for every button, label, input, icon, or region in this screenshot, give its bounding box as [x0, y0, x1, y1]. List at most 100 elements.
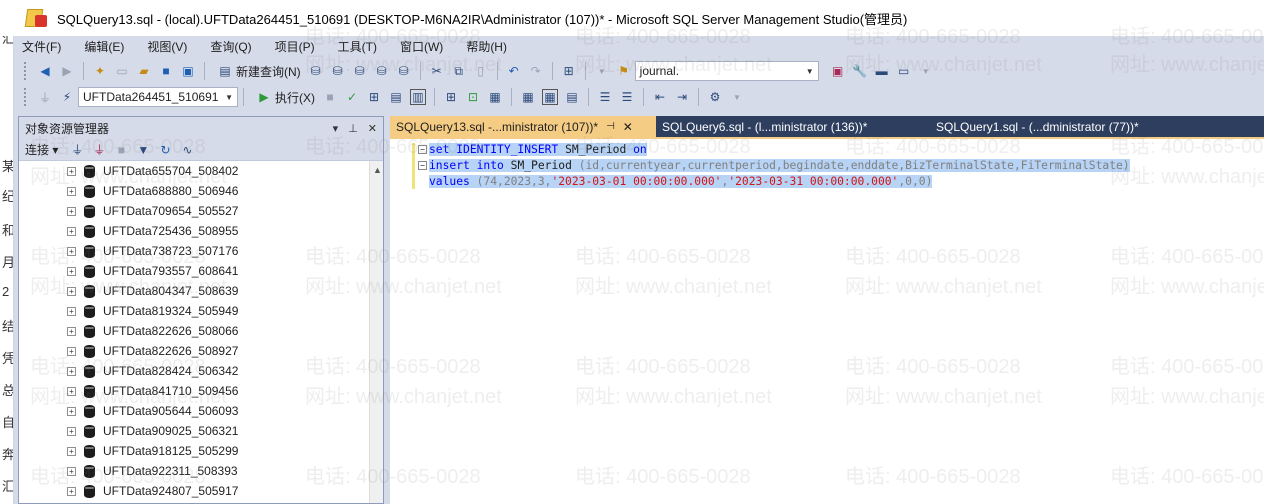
expand-icon[interactable]: + — [67, 406, 76, 416]
change-connection-icon[interactable]: ⚡ — [59, 89, 75, 105]
decrease-indent-icon[interactable]: ⇤ — [652, 89, 668, 105]
close-icon[interactable]: ✕ — [368, 122, 377, 135]
back-icon[interactable]: ◀ — [37, 63, 53, 79]
expand-icon[interactable]: + — [67, 186, 76, 196]
connect-dropdown[interactable]: 连接 ▾ — [25, 141, 58, 158]
tab-sqlquery13[interactable]: SQLQuery13.sql -...ministrator (107))* ⊣… — [390, 116, 656, 137]
client-stats-icon[interactable]: ▦ — [487, 89, 503, 105]
redo-icon[interactable]: ↷ — [528, 63, 544, 79]
menu-window[interactable]: 窗口(W) — [400, 38, 443, 55]
query-editor[interactable]: − set IDENTITY_INSERT SM_Period on − ins… — [390, 137, 1264, 504]
pin-icon[interactable]: ⊣ — [606, 121, 615, 132]
display-plan-icon[interactable]: ⊞ — [366, 89, 382, 105]
expand-icon[interactable]: + — [67, 206, 76, 216]
tree-node-database[interactable]: + UFTData709654_505527 — [19, 201, 383, 221]
tree-node-database[interactable]: + UFTData822626_508066 — [19, 321, 383, 341]
tree-node-database[interactable]: + UFTData804347_508639 — [19, 281, 383, 301]
results-grid-icon[interactable]: ▦ — [542, 89, 558, 105]
dropdown-arrow-icon[interactable]: ▼ — [594, 63, 610, 79]
cut-icon[interactable]: ✂ — [429, 63, 445, 79]
results-to-text-icon[interactable]: ▥ — [410, 89, 426, 105]
tree-node-database[interactable]: + UFTData725436_508955 — [19, 221, 383, 241]
find-icon[interactable]: ⚑ — [616, 63, 632, 79]
menu-file[interactable]: 文件(F) — [22, 38, 61, 55]
close-tab-icon[interactable]: ✕ — [623, 120, 633, 134]
increase-indent-icon[interactable]: ⇥ — [674, 89, 690, 105]
expand-icon[interactable]: + — [67, 346, 76, 356]
expand-icon[interactable]: + — [67, 226, 76, 236]
expand-icon[interactable]: + — [67, 366, 76, 376]
paste-icon[interactable]: ▯ — [473, 63, 489, 79]
expand-icon[interactable]: + — [67, 166, 76, 176]
template-explorer-icon[interactable]: ▭ — [896, 63, 912, 79]
menu-view[interactable]: 视图(V) — [147, 38, 187, 55]
db-engine-query-icon[interactable]: ⛁ — [308, 63, 324, 79]
menu-query[interactable]: 查询(Q) — [210, 38, 251, 55]
properties-icon[interactable]: 🔧 — [852, 63, 868, 79]
customize-toolbar-icon[interactable]: ▼ — [918, 63, 934, 79]
menu-help[interactable]: 帮助(H) — [466, 38, 507, 55]
available-databases-combo[interactable]: UFTData264451_510691 ▼ — [78, 87, 238, 107]
menu-edit[interactable]: 编辑(E) — [84, 38, 124, 55]
tab-sqlquery1[interactable]: SQLQuery1.sql - (...dministrator (77))* — [930, 116, 1156, 137]
solution-explorer-icon[interactable]: ▣ — [830, 63, 846, 79]
refresh-icon[interactable]: ↻ — [157, 142, 173, 158]
stop-icon[interactable]: ■ — [113, 142, 129, 158]
tree-node-database[interactable]: + UFTData924807_505917 — [19, 481, 383, 501]
tree-node-database[interactable]: + UFTData793557_608641 — [19, 261, 383, 281]
menu-project[interactable]: 项目(P) — [275, 38, 315, 55]
new-project-icon[interactable]: ✦ — [92, 63, 108, 79]
live-stats-icon[interactable]: ⊡ — [465, 89, 481, 105]
open-file-icon[interactable]: ▰ — [136, 63, 152, 79]
results-to-grid-icon[interactable]: ▦ — [520, 89, 536, 105]
tree-node-database[interactable]: + UFTData922311_508393 — [19, 461, 383, 481]
expand-icon[interactable]: + — [67, 426, 76, 436]
xmla-query-icon[interactable]: ⛁ — [374, 63, 390, 79]
specify-template-values-icon[interactable]: ⚙ — [707, 89, 723, 105]
connect-icon[interactable]: ⏚ — [37, 89, 53, 105]
save-icon[interactable]: ■ — [158, 63, 174, 79]
tree-node-database[interactable]: + UFTData738723_507176 — [19, 241, 383, 261]
collapse-icon[interactable]: − — [418, 144, 427, 154]
uncomment-icon[interactable]: ☰ — [619, 89, 635, 105]
expand-icon[interactable]: + — [67, 306, 76, 316]
activity-monitor-icon[interactable]: ⊞ — [561, 63, 577, 79]
toolbar-grip[interactable] — [24, 62, 28, 80]
code-area[interactable]: − set IDENTITY_INSERT SM_Period on − ins… — [418, 141, 1130, 189]
new-query-button[interactable]: ▤ 新建查询(N) — [214, 63, 300, 80]
tree-node-database[interactable]: + UFTData822626_508927 — [19, 341, 383, 361]
save-all-icon[interactable]: ▣ — [180, 63, 196, 79]
mdx-query-icon[interactable]: ⛁ — [330, 63, 346, 79]
query-designer-icon[interactable]: ▤ — [388, 89, 404, 105]
tree-node-database[interactable]: + UFTData655704_508402 — [19, 161, 383, 181]
toolbar-grip[interactable] — [24, 88, 28, 106]
expand-icon[interactable]: + — [67, 286, 76, 296]
toolbox-icon[interactable]: ▬ — [874, 63, 890, 79]
expand-icon[interactable]: + — [67, 326, 76, 336]
window-position-icon[interactable]: ▾ — [333, 122, 339, 135]
comment-icon[interactable]: ☰ — [597, 89, 613, 105]
tree-node-database[interactable]: + UFTData819324_505949 — [19, 301, 383, 321]
expand-icon[interactable]: + — [67, 446, 76, 456]
vertical-scrollbar[interactable]: ▲ — [369, 161, 383, 503]
pin-icon[interactable]: ⊥ — [348, 122, 358, 135]
undo-icon[interactable]: ↶ — [506, 63, 522, 79]
results-to-file-icon[interactable]: ▤ — [564, 89, 580, 105]
dmx-query-icon[interactable]: ⛁ — [352, 63, 368, 79]
collapse-icon[interactable]: − — [418, 160, 427, 170]
expand-icon[interactable]: + — [67, 466, 76, 476]
execute-button[interactable]: ▶ 执行(X) — [253, 89, 315, 106]
customize-toolbar-icon[interactable]: ▼ — [729, 89, 745, 105]
menu-tools[interactable]: 工具(T) — [338, 38, 377, 55]
disconnect-icon[interactable]: ⏚ — [91, 142, 107, 158]
filter-icon[interactable]: ▼ — [135, 142, 151, 158]
dax-query-icon[interactable]: ⛁ — [396, 63, 412, 79]
forward-icon[interactable]: ▶ — [59, 63, 75, 79]
add-item-icon[interactable]: ▭ — [114, 63, 130, 79]
expand-icon[interactable]: + — [67, 246, 76, 256]
cancel-query-icon[interactable]: ■ — [322, 89, 338, 105]
copy-icon[interactable]: ⧉ — [451, 63, 467, 79]
tree-node-database[interactable]: + UFTData909025_506321 — [19, 421, 383, 441]
tree-node-database[interactable]: + UFTData841710_509456 — [19, 381, 383, 401]
scroll-up-icon[interactable]: ▲ — [373, 165, 382, 175]
